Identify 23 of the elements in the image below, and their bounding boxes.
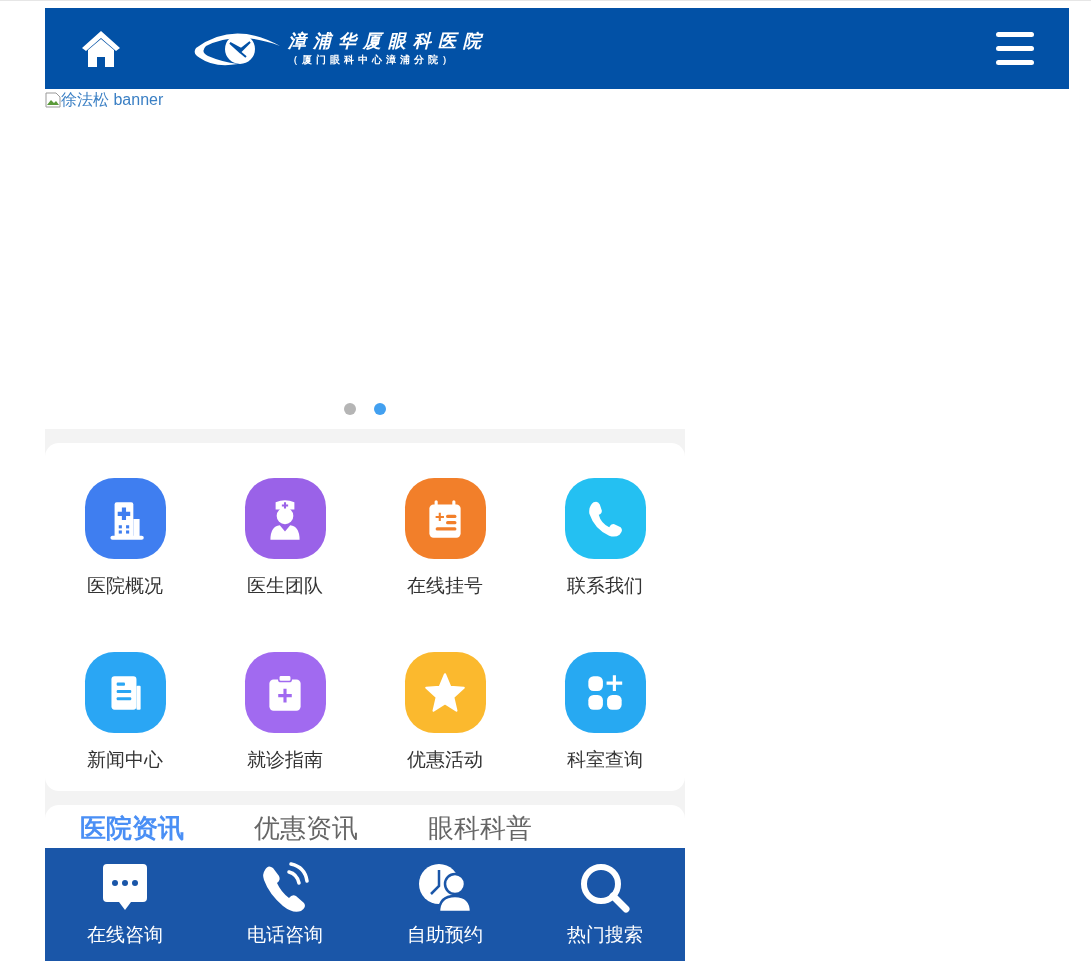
bottom-nav-item[interactable]: 电话咨询 xyxy=(205,848,365,961)
logo-title: 漳浦华厦眼科医院 xyxy=(288,29,488,52)
shortcut-item[interactable]: 医院概况 xyxy=(45,478,205,599)
shortcut-item[interactable]: 医生团队 xyxy=(205,478,365,599)
bottom-nav-item[interactable]: 自助预约 xyxy=(365,848,525,961)
logo-subtitle: （厦门眼科中心漳浦分院） xyxy=(288,52,457,67)
shortcut-item[interactable]: 联系我们 xyxy=(525,478,685,599)
broken-image-alt-text: 徐法松 banner xyxy=(45,89,164,111)
shortcut-item[interactable]: 新闻中心 xyxy=(45,652,205,773)
clock-person-icon xyxy=(419,862,471,914)
news-tab[interactable]: 眼科科普 xyxy=(428,813,532,843)
bottom-nav-item[interactable]: 热门搜索 xyxy=(525,848,685,961)
shortcut-item[interactable]: 科室查询 xyxy=(525,652,685,773)
menu-icon[interactable] xyxy=(996,31,1034,66)
search-icon xyxy=(579,862,631,914)
shortcut-item[interactable]: 在线挂号 xyxy=(365,478,525,599)
carousel-dot[interactable] xyxy=(344,403,356,415)
shortcut-item[interactable]: 优惠活动 xyxy=(365,652,525,773)
news-tab[interactable]: 优惠资讯 xyxy=(254,813,358,843)
shortcut-item[interactable]: 就诊指南 xyxy=(205,652,365,773)
broken-image-icon xyxy=(45,92,61,108)
carousel-dot[interactable] xyxy=(374,403,386,415)
bottom-nav-item[interactable]: 在线咨询 xyxy=(45,848,205,961)
